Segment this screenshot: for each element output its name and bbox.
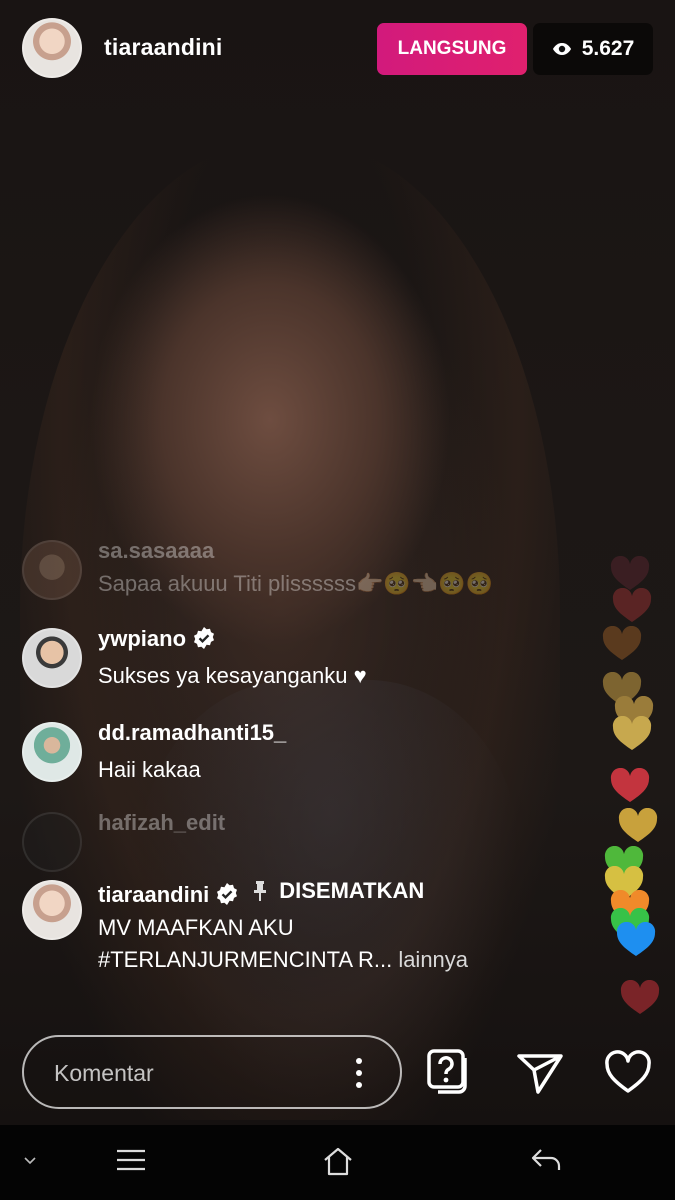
floating-heart-icon (602, 626, 642, 660)
username-text: ywpiano (98, 626, 187, 651)
commenter-avatar[interactable] (22, 880, 82, 940)
commenter-username[interactable]: tiaraandini DISEMATKAN (98, 878, 424, 908)
viewer-count-badge[interactable]: 5.627 (533, 23, 653, 75)
commenter-avatar[interactable] (22, 812, 82, 872)
pinned-line-1: MV MAAFKAN AKU (98, 915, 294, 940)
pin-icon (254, 881, 267, 901)
commenter-avatar[interactable] (22, 628, 82, 688)
live-badge: LANGSUNG (377, 23, 527, 75)
pinned-line-2: #TERLANJURMENCINTA R... lainnya (98, 944, 468, 976)
pinned-label: DISEMATKAN (279, 878, 425, 903)
back-icon[interactable] (530, 1147, 562, 1173)
host-username[interactable]: tiaraandini (104, 34, 223, 61)
bottom-action-bar: Komentar (0, 1030, 675, 1125)
pinned-indicator: DISEMATKAN (251, 878, 424, 904)
commenter-username[interactable]: ywpiano (98, 626, 216, 652)
live-label: LANGSUNG (397, 38, 507, 59)
username-text: tiaraandini (98, 882, 210, 907)
comment-text: Sukses ya kesayanganku ♥ (98, 663, 367, 688)
comment-placeholder: Komentar (54, 1060, 154, 1086)
pinned-line-2-text: #TERLANJURMENCINTA R... (98, 947, 393, 972)
menu-icon[interactable] (116, 1147, 146, 1173)
verified-badge-icon (217, 883, 238, 905)
commenter-username[interactable]: sa.sasaaaa (98, 538, 214, 564)
floating-heart-icon (616, 922, 656, 956)
commenter-username[interactable]: dd.ramadhanti15_ (98, 720, 286, 746)
home-icon[interactable] (322, 1145, 354, 1177)
comment-input[interactable]: Komentar (22, 1035, 402, 1109)
comment-text: Sapaa akuuu Titi plissssss👉🏻🥺👈🏻🥺🥺 (98, 571, 493, 596)
question-box-icon[interactable] (426, 1048, 474, 1096)
system-nav-bar (0, 1125, 675, 1200)
floating-heart-icon (618, 808, 658, 842)
chevron-down-icon[interactable] (24, 1157, 36, 1165)
viewer-count: 5.627 (581, 37, 635, 60)
verified-badge-icon (194, 627, 215, 649)
see-more-link[interactable]: lainnya (398, 947, 468, 972)
floating-hearts (590, 550, 670, 1030)
floating-heart-icon (610, 556, 650, 590)
paper-plane-icon[interactable] (516, 1048, 564, 1096)
more-options-icon[interactable] (354, 1055, 364, 1091)
floating-heart-icon (620, 980, 660, 1014)
commenter-avatar[interactable] (22, 722, 82, 782)
commenter-username[interactable]: hafizah_edit (98, 810, 225, 836)
live-header: tiaraandini LANGSUNG 5.627 (0, 0, 675, 100)
floating-heart-icon (612, 716, 652, 750)
eye-icon (552, 43, 571, 55)
host-avatar[interactable] (22, 18, 82, 78)
commenter-avatar[interactable] (22, 540, 82, 600)
floating-heart-icon (612, 588, 652, 622)
pinned-comment-text: MV MAAFKAN AKU #TERLANJURMENCINTA R... l… (98, 912, 468, 976)
floating-heart-icon (610, 768, 650, 802)
comment-text: Haii kakaa (98, 757, 201, 782)
heart-outline-icon[interactable] (604, 1048, 652, 1096)
